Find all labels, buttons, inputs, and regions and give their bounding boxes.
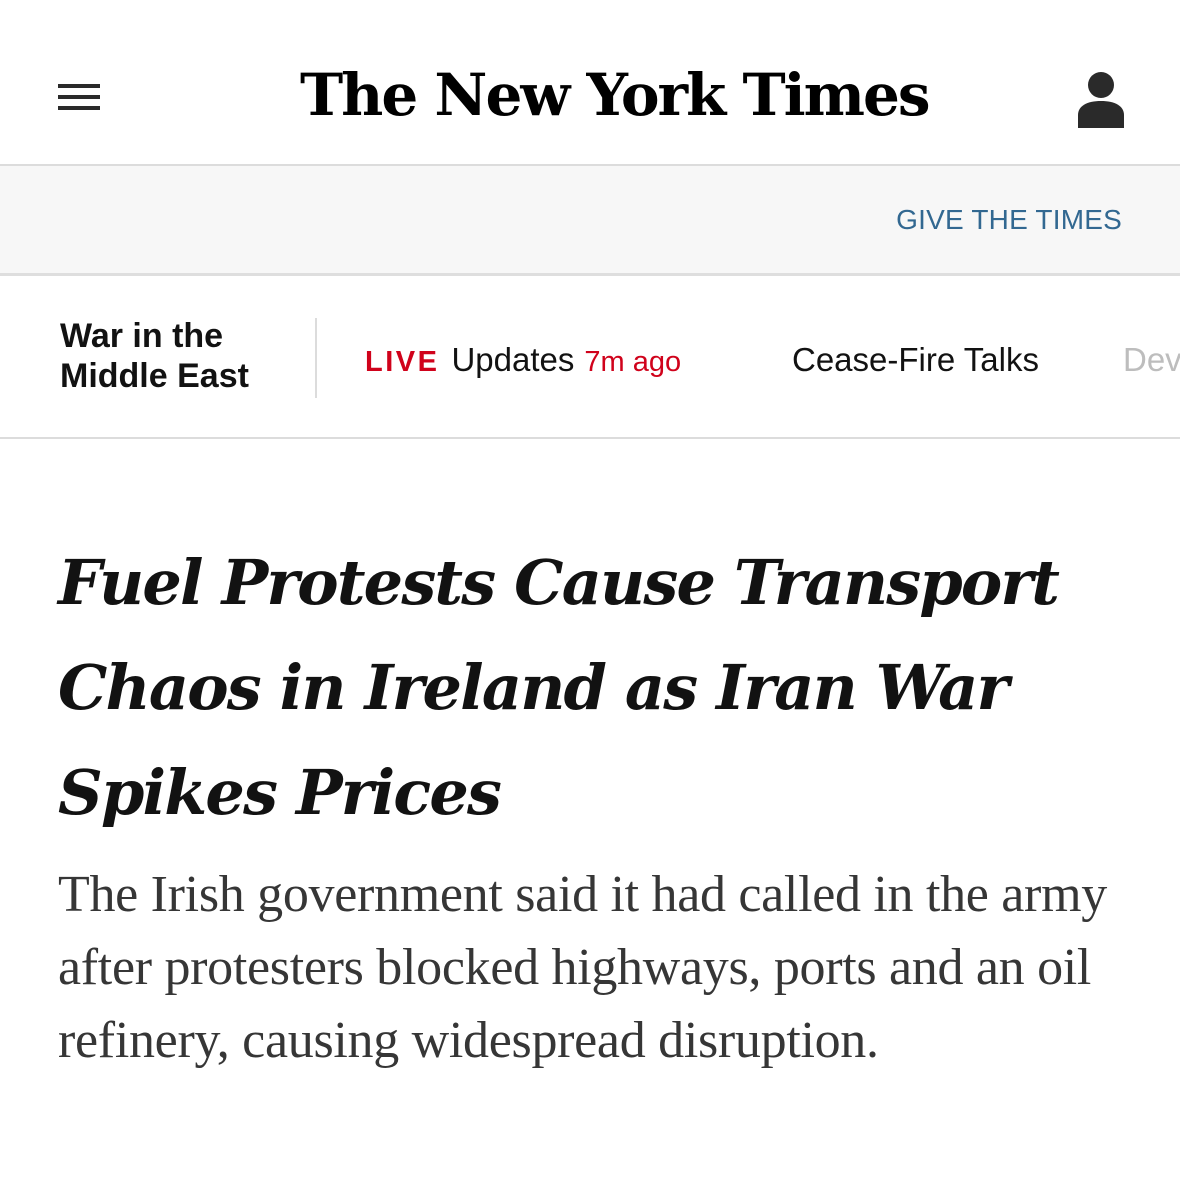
nav-link-truncated[interactable]: Dev	[1123, 340, 1180, 380]
live-updates-label: Updates	[451, 341, 575, 378]
article-summary: The Irish government said it had called …	[58, 866, 1107, 1069]
nav-divider	[315, 318, 317, 398]
menu-line	[58, 84, 100, 88]
menu-line	[58, 95, 100, 99]
user-silhouette-icon	[1078, 72, 1124, 128]
gift-bar: GIVE THE TIMES	[0, 166, 1180, 276]
nyt-logo[interactable]: The New York Times	[300, 55, 931, 135]
give-the-times-link[interactable]: GIVE THE TIMES	[896, 204, 1122, 236]
nav-link-cease-fire-talks[interactable]: Cease-Fire Talks	[792, 340, 1039, 380]
section-label[interactable]: War in the Middle East	[60, 316, 300, 396]
hamburger-menu-icon[interactable]	[56, 82, 102, 116]
menu-line	[58, 106, 100, 110]
article-headline: Fuel Protests Cause Transport Chaos in I…	[58, 546, 1060, 829]
user-account-icon[interactable]	[1075, 70, 1127, 130]
live-updates-link[interactable]: LIVE Updates 7m ago	[365, 340, 681, 387]
masthead: The New York Times	[0, 0, 1180, 166]
story-nav: War in the Middle East LIVE Updates 7m ago…	[0, 276, 1180, 439]
live-timestamp: 7m ago	[584, 346, 682, 378]
live-badge: LIVE	[365, 346, 440, 378]
